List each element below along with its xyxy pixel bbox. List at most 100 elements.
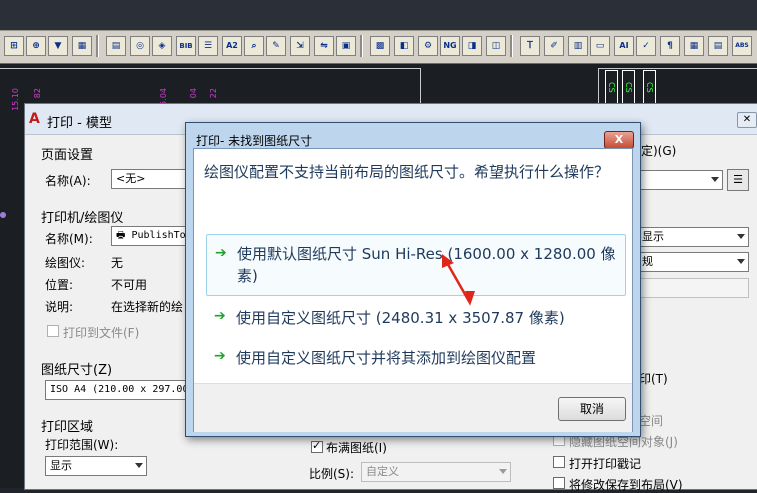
list-icon[interactable]: ☰ — [198, 36, 218, 56]
quality-select[interactable]: 规 — [637, 252, 749, 272]
chevron-down-icon — [737, 234, 745, 239]
save-to-layout-checkbox[interactable] — [553, 477, 565, 489]
annotation-arrow-up — [444, 260, 472, 304]
plot-area-heading: 打印区域 — [41, 420, 94, 435]
text-style-icon[interactable]: ◨ — [462, 36, 482, 56]
top-toolbar-area: ⊞ ⊕ ▼ ▦ ▤ ◎ ◈ BIB ☰ A2 ⌕ ✎ ⇲ ⇋ ▣ ▩ ◧ ⚙ N… — [0, 0, 757, 64]
edit-style-icon[interactable]: ☰ — [727, 169, 749, 191]
plot-style-select[interactable] — [637, 170, 723, 190]
dimension-icon[interactable]: ◫ — [486, 36, 506, 56]
abs-button[interactable]: ABS — [732, 36, 752, 56]
pen-icon[interactable]: ✎ — [266, 36, 286, 56]
bib-button[interactable]: BIB — [176, 36, 196, 56]
fit-to-paper-label: 布满图纸(I) — [326, 441, 387, 455]
toolbar-separator — [360, 35, 363, 57]
location-label: 位置: — [45, 278, 74, 292]
checkmark-icon: ✓ — [312, 439, 322, 452]
annotation-arrows — [442, 254, 475, 306]
plot-range-value: 显示 — [50, 459, 72, 472]
plot-range-label: 打印范围(W): — [45, 438, 119, 452]
dimension-mark: 04 — [189, 88, 198, 99]
printer-name-value: PublishTo — [131, 230, 186, 241]
chevron-down-icon — [711, 177, 719, 182]
layer-label: CS — [622, 70, 635, 104]
frame-line — [598, 68, 757, 69]
scale-select[interactable]: 自定义 — [361, 462, 511, 482]
printer-heading: 打印机/绘图仪 — [41, 211, 124, 226]
chevron-down-icon — [737, 259, 745, 264]
layer-label: CS — [643, 70, 656, 104]
a2-button[interactable]: A2 — [222, 36, 242, 56]
scale-value: 自定义 — [366, 465, 399, 478]
dimension-mark: 15.10 — [11, 88, 20, 111]
toolbar-separator — [510, 35, 513, 57]
grid-icon[interactable]: ▤ — [106, 36, 126, 56]
table-icon[interactable]: ▦ — [684, 36, 704, 56]
insert-icon[interactable]: ⇲ — [290, 36, 310, 56]
description-label: 说明: — [45, 300, 74, 314]
missing-paper-dialog: 打印- 未找到图纸尺寸 X 绘图仪配置不支持当前布局的图纸尺寸。希望执行什么操作… — [185, 122, 641, 437]
check-icon[interactable]: ✓ — [636, 36, 656, 56]
gear-icon[interactable]: ⚙ — [418, 36, 438, 56]
shade-plot-value: 显示 — [642, 230, 664, 243]
dpi-field[interactable] — [637, 278, 749, 298]
plot-stamp-checkbox[interactable] — [553, 456, 565, 468]
array-icon[interactable]: ▣ — [336, 36, 356, 56]
plot-style-label: 定)(G) — [641, 144, 677, 158]
hatch-icon[interactable]: ▩ — [370, 36, 390, 56]
target-icon[interactable]: ⊕ — [26, 36, 46, 56]
ng-button[interactable]: NG — [440, 36, 460, 56]
text-icon[interactable]: Ｔ — [520, 36, 540, 56]
spell-icon[interactable]: ¶ — [660, 36, 680, 56]
text-edit-icon[interactable]: ✐ — [544, 36, 564, 56]
paper-size-heading: 图纸尺寸(Z) — [41, 363, 113, 378]
layer-label: CS — [605, 70, 618, 104]
ai-button[interactable]: AI — [614, 36, 634, 56]
printer-icon: 🖶 — [116, 230, 126, 241]
print-to-file-label: 打印到文件(F) — [63, 326, 140, 340]
location-value: 不可用 — [111, 278, 148, 292]
toolbar-separator — [96, 35, 99, 57]
fit-to-paper-checkbox[interactable]: ✓ — [311, 439, 323, 453]
paperspace-label: 空间 — [639, 414, 664, 428]
find-icon[interactable]: ⌕ — [244, 36, 264, 56]
stamp-icon[interactable]: ▥ — [568, 36, 588, 56]
print-dialog-title: 打印 - 模型 — [47, 116, 112, 131]
print-to-file-checkbox[interactable] — [47, 325, 59, 337]
close-icon[interactable]: ✕ — [737, 112, 757, 128]
frame-line — [0, 68, 420, 69]
mirror-icon[interactable]: ⇋ — [314, 36, 334, 56]
quality-value: 规 — [642, 255, 653, 268]
layer-icon[interactable]: ◈ — [152, 36, 172, 56]
chevron-down-icon — [135, 463, 143, 468]
ruler-icon[interactable]: ▭ — [590, 36, 610, 56]
table-icon[interactable]: ▦ — [72, 36, 92, 56]
dimension-mark: 22 — [209, 88, 218, 99]
frame-line — [420, 68, 421, 108]
paper-size-select[interactable]: ISO A4 (210.00 x 297.00 — [45, 380, 187, 400]
chevron-down-icon — [499, 469, 507, 474]
autocad-logo-icon: A — [29, 111, 40, 127]
dimension-mark: 82 — [33, 88, 42, 99]
toolbar-strip: ⊞ ⊕ ▼ ▦ ▤ ◎ ◈ BIB ☰ A2 ⌕ ✎ ⇲ ⇋ ▣ ▩ ◧ ⚙ N… — [0, 30, 757, 64]
printer-name-select[interactable]: 🖶 PublishTo — [111, 226, 187, 246]
page-setup-name-label: 名称(A): — [45, 174, 91, 188]
frame-line — [598, 68, 599, 108]
paper-size-value: ISO A4 (210.00 x 297.00 — [50, 384, 187, 395]
grip-point[interactable] — [0, 212, 6, 218]
page-setup-name-value: <无> — [116, 172, 146, 185]
page-setup-heading: 页面设置 — [41, 148, 94, 163]
tag-icon[interactable]: ▼ — [48, 36, 68, 56]
block-attr-icon[interactable]: ⊞ — [4, 36, 24, 56]
plotter-value: 无 — [111, 256, 124, 270]
plot-background-label: 印(T) — [639, 372, 668, 386]
style-icon[interactable]: ◧ — [394, 36, 414, 56]
scale-label: 比例(S): — [309, 467, 355, 481]
page-setup-name-select[interactable]: <无> — [111, 169, 191, 189]
plot-range-select[interactable]: 显示 — [45, 456, 147, 476]
save-to-layout-label: 将修改保存到布局(V) — [569, 478, 683, 492]
shade-plot-select[interactable]: 显示 — [637, 227, 749, 247]
grid-icon[interactable]: ▤ — [708, 36, 728, 56]
zoom-icon[interactable]: ◎ — [130, 36, 150, 56]
description-value: 在选择新的绘 — [111, 300, 184, 314]
